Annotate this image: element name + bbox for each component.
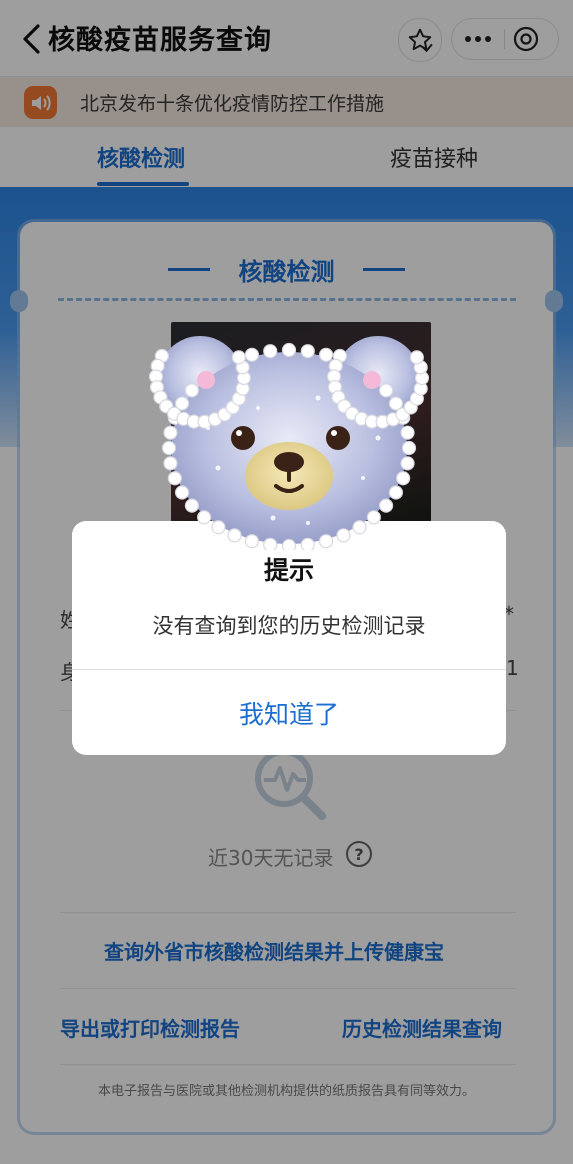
confirm-button[interactable]: 我知道了 [72, 670, 506, 755]
dialog-message: 没有查询到您的历史检测记录 [152, 614, 426, 638]
bear-sticker-icon [148, 318, 430, 554]
dialog-title: 提示 [263, 556, 314, 585]
alert-dialog: 提示 没有查询到您的历史检测记录 我知道了 [72, 521, 506, 755]
